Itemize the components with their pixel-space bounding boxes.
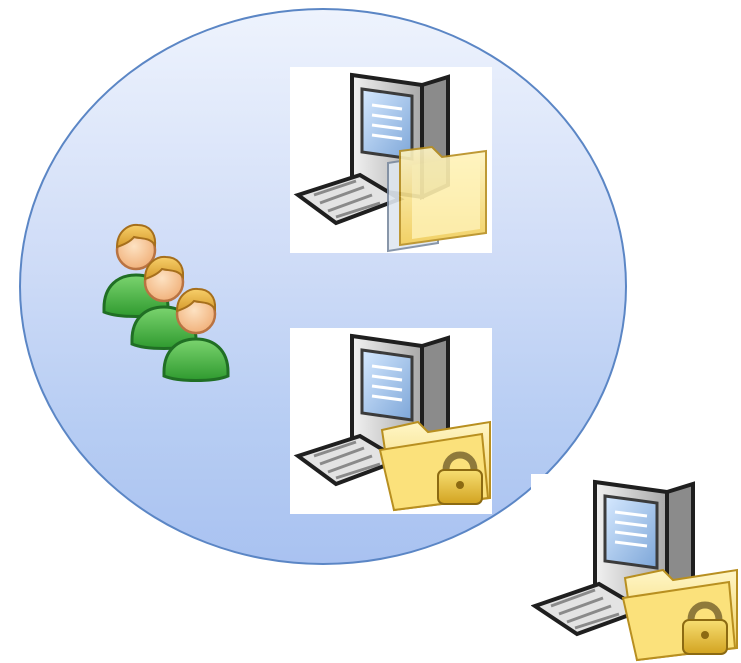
user-group-icon — [98, 220, 243, 382]
shared-folder-icon — [387, 145, 487, 253]
computer-locked-folder-icon — [290, 328, 492, 514]
domain-diagram — [0, 0, 741, 663]
computer-shared-folder-icon — [290, 67, 492, 253]
computer-locked-folder-icon — [531, 474, 741, 663]
